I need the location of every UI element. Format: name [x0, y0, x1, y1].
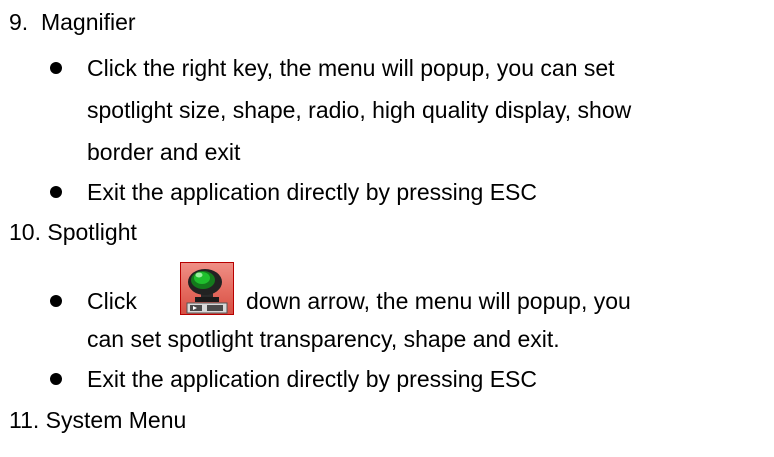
- spotlight-tool-icon: [180, 262, 234, 315]
- bullet-dot: [50, 62, 62, 74]
- section-11-heading: 11. System Menu: [9, 406, 186, 434]
- section-9-heading: 9. Magnifier: [9, 8, 136, 36]
- section-9-bullet-1-line-2: spotlight size, shape, radio, high quali…: [87, 97, 632, 123]
- section-10-bullet-1-line-2: can set spotlight transparency, shape an…: [87, 326, 560, 352]
- section-9-bullet-1-line-3: border and exit: [87, 139, 241, 165]
- section-10-number: 10.: [9, 219, 41, 245]
- section-9-bullet-2-line-1: Exit the application directly by pressin…: [87, 179, 537, 205]
- bullet-dot: [50, 295, 62, 307]
- section-10-bullet-2-line-1: Exit the application directly by pressin…: [87, 366, 537, 392]
- bullet-dot: [50, 186, 62, 198]
- section-10-bullet-1-suffix: down arrow, the menu will popup, you: [246, 288, 631, 314]
- spotlight-lamp-icon: [186, 269, 228, 314]
- section-9-number: 9.: [9, 9, 29, 35]
- bullet-dot: [50, 373, 62, 385]
- section-11-title: System Menu: [45, 407, 187, 433]
- section-9-title: Magnifier: [40, 9, 136, 35]
- section-10-bullet-1-prefix: Click: [87, 288, 137, 314]
- section-11-number: 11.: [9, 407, 40, 433]
- section-10-heading: 10. Spotlight: [9, 218, 137, 246]
- section-9-bullet-1-line-1: Click the right key, the menu will popup…: [87, 55, 615, 81]
- section-10-title: Spotlight: [47, 219, 137, 245]
